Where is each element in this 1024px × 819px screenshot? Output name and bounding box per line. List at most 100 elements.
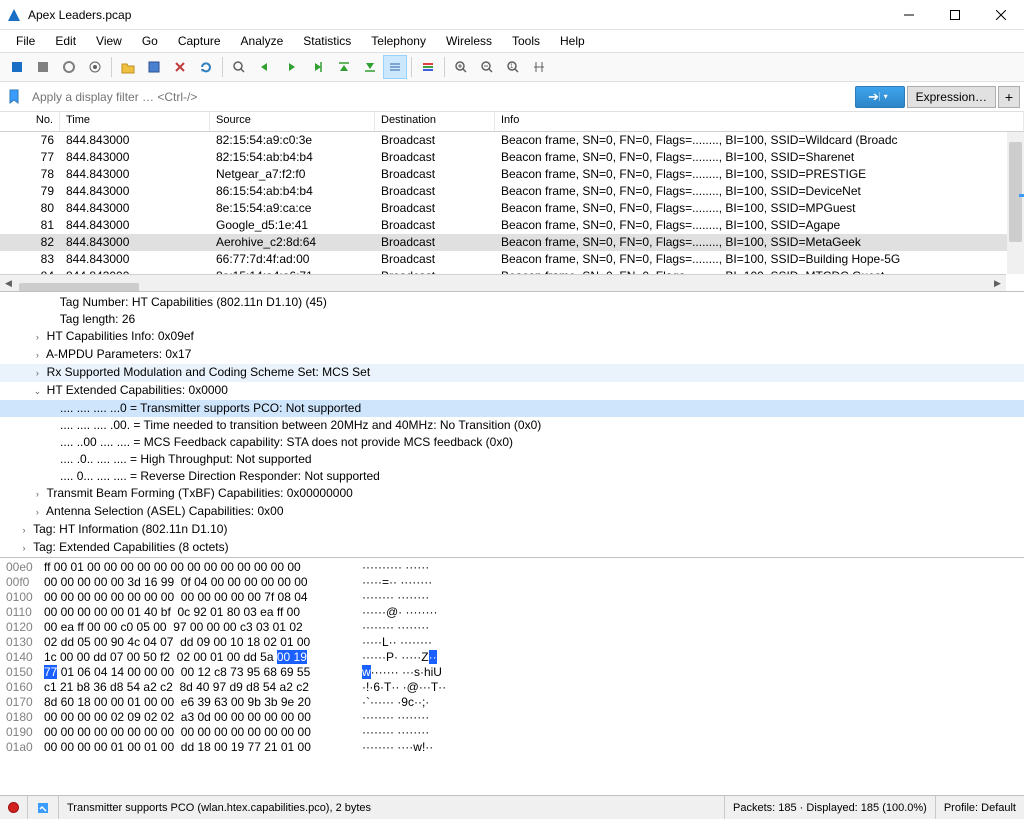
- packet-row[interactable]: 77844.84300082:15:54:ab:b4:b4BroadcastBe…: [0, 149, 1024, 166]
- arrow-right-icon: ➔: [868, 89, 879, 105]
- packet-row[interactable]: 76844.84300082:15:54:a9:c0:3eBroadcastBe…: [0, 132, 1024, 149]
- goto-last-icon[interactable]: [357, 55, 381, 79]
- packet-row[interactable]: 81844.843000Google_d5:1e:41BroadcastBeac…: [0, 217, 1024, 234]
- minimize-button[interactable]: [886, 0, 932, 30]
- tree-row[interactable]: Tag length: 26: [0, 311, 1024, 328]
- hex-row[interactable]: 01401c 00 00 dd 07 00 50 f2 02 00 01 00 …: [6, 650, 1018, 665]
- resize-columns-icon[interactable]: [527, 55, 551, 79]
- tree-row[interactable]: › Tag: HT Information (802.11n D1.10): [0, 521, 1024, 539]
- packet-row[interactable]: 83844.84300066:77:7d:4f:ad:00BroadcastBe…: [0, 251, 1024, 268]
- goto-first-icon[interactable]: [331, 55, 355, 79]
- bookmark-filter-icon[interactable]: [4, 87, 24, 107]
- col-no[interactable]: No.: [0, 112, 60, 131]
- stop-capture-icon[interactable]: [31, 55, 55, 79]
- restart-capture-icon[interactable]: [57, 55, 81, 79]
- toolbar: 1: [0, 52, 1024, 82]
- status-field-info: Transmitter supports PCO (wlan.htex.capa…: [59, 796, 725, 819]
- hex-row[interactable]: 0160c1 21 b8 36 d8 54 a2 c2 8d 40 97 d9 …: [6, 680, 1018, 695]
- goto-packet-icon[interactable]: [305, 55, 329, 79]
- tree-row[interactable]: › HT Capabilities Info: 0x09ef: [0, 328, 1024, 346]
- start-capture-icon[interactable]: [5, 55, 29, 79]
- apply-filter-button[interactable]: ➔ ▾: [855, 86, 905, 108]
- tree-row[interactable]: ⌄ HT Extended Capabilities: 0x0000: [0, 382, 1024, 400]
- menu-file[interactable]: File: [6, 32, 45, 50]
- menu-statistics[interactable]: Statistics: [293, 32, 361, 50]
- menu-telephony[interactable]: Telephony: [361, 32, 436, 50]
- hex-row[interactable]: 01708d 60 18 00 00 01 00 00 e6 39 63 00 …: [6, 695, 1018, 710]
- col-time[interactable]: Time: [60, 112, 210, 131]
- tree-row[interactable]: .... .0.. .... .... = High Throughput: N…: [0, 451, 1024, 468]
- hex-row[interactable]: 015077 01 06 04 14 00 00 00 00 12 c8 73 …: [6, 665, 1018, 680]
- hex-row[interactable]: 010000 00 00 00 00 00 00 00 00 00 00 00 …: [6, 590, 1018, 605]
- packet-list-body[interactable]: 76844.84300082:15:54:a9:c0:3eBroadcastBe…: [0, 132, 1024, 285]
- titlebar: Apex Leaders.pcap: [0, 0, 1024, 30]
- go-back-icon[interactable]: [253, 55, 277, 79]
- packet-row[interactable]: 78844.843000Netgear_a7:f2:f0BroadcastBea…: [0, 166, 1024, 183]
- horizontal-scrollbar[interactable]: ◀▶: [0, 274, 1006, 291]
- col-destination[interactable]: Destination: [375, 112, 495, 131]
- col-info[interactable]: Info: [495, 112, 1024, 131]
- tree-row[interactable]: .... .... .... ...0 = Transmitter suppor…: [0, 400, 1024, 417]
- menu-analyze[interactable]: Analyze: [231, 32, 294, 50]
- packet-row[interactable]: 82844.843000Aerohive_c2:8d:64BroadcastBe…: [0, 234, 1024, 251]
- tree-row[interactable]: › Tag: Extended Capabilities (8 octets): [0, 539, 1024, 557]
- menu-help[interactable]: Help: [550, 32, 595, 50]
- zoom-out-icon[interactable]: [475, 55, 499, 79]
- autoscroll-icon[interactable]: [383, 55, 407, 79]
- tree-row[interactable]: › A-MPDU Parameters: 0x17: [0, 346, 1024, 364]
- hex-row[interactable]: 00f000 00 00 00 00 3d 16 99 0f 04 00 00 …: [6, 575, 1018, 590]
- packet-list-pane: No. Time Source Destination Info 76844.8…: [0, 112, 1024, 292]
- packet-details-pane[interactable]: Tag Number: HT Capabilities (802.11n D1.…: [0, 292, 1024, 558]
- zoom-reset-icon[interactable]: 1: [501, 55, 525, 79]
- menu-tools[interactable]: Tools: [502, 32, 550, 50]
- hex-row[interactable]: 011000 00 00 00 00 01 40 bf 0c 92 01 80 …: [6, 605, 1018, 620]
- status-capture-indicator[interactable]: [0, 796, 28, 819]
- find-packet-icon[interactable]: [227, 55, 251, 79]
- hex-row[interactable]: 00e0ff 00 01 00 00 00 00 00 00 00 00 00 …: [6, 560, 1018, 575]
- zoom-in-icon[interactable]: [449, 55, 473, 79]
- packet-row[interactable]: 80844.8430008e:15:54:a9:ca:ceBroadcastBe…: [0, 200, 1024, 217]
- hex-row[interactable]: 01a000 00 00 00 01 00 01 00 dd 18 00 19 …: [6, 740, 1018, 754]
- tree-row[interactable]: › Antenna Selection (ASEL) Capabilities:…: [0, 503, 1024, 521]
- statusbar: Transmitter supports PCO (wlan.htex.capa…: [0, 795, 1024, 819]
- close-file-icon[interactable]: [168, 55, 192, 79]
- hex-row[interactable]: 013002 dd 05 00 90 4c 04 07 dd 09 00 10 …: [6, 635, 1018, 650]
- tree-row[interactable]: Tag Number: HT Capabilities (802.11n D1.…: [0, 294, 1024, 311]
- tree-row[interactable]: › Rx Supported Modulation and Coding Sch…: [0, 364, 1024, 382]
- wireshark-icon: [6, 7, 22, 23]
- expression-button[interactable]: Expression…: [907, 86, 996, 108]
- hex-row[interactable]: 018000 00 00 00 02 09 02 02 a3 0d 00 00 …: [6, 710, 1018, 725]
- filter-bar: ➔ ▾ Expression… +: [0, 82, 1024, 112]
- chevron-down-icon[interactable]: ▾: [879, 92, 891, 101]
- col-source[interactable]: Source: [210, 112, 375, 131]
- hex-row[interactable]: 019000 00 00 00 00 00 00 00 00 00 00 00 …: [6, 725, 1018, 740]
- status-packets: Packets: 185 · Displayed: 185 (100.0%): [725, 796, 936, 819]
- colorize-icon[interactable]: [416, 55, 440, 79]
- tree-row[interactable]: .... 0... .... .... = Reverse Direction …: [0, 468, 1024, 485]
- vertical-scrollbar[interactable]: [1007, 132, 1024, 274]
- packet-list-header[interactable]: No. Time Source Destination Info: [0, 112, 1024, 132]
- hex-row[interactable]: 012000 ea ff 00 00 c0 05 00 97 00 00 00 …: [6, 620, 1018, 635]
- status-profile[interactable]: Profile: Default: [936, 796, 1024, 819]
- menu-wireless[interactable]: Wireless: [436, 32, 502, 50]
- record-icon: [8, 802, 19, 813]
- add-filter-button[interactable]: +: [998, 86, 1020, 108]
- menu-edit[interactable]: Edit: [45, 32, 86, 50]
- maximize-button[interactable]: [932, 0, 978, 30]
- close-button[interactable]: [978, 0, 1024, 30]
- tree-row[interactable]: › Transmit Beam Forming (TxBF) Capabilit…: [0, 485, 1024, 503]
- save-file-icon[interactable]: [142, 55, 166, 79]
- packet-bytes-pane[interactable]: 00e0ff 00 01 00 00 00 00 00 00 00 00 00 …: [0, 558, 1024, 754]
- go-forward-icon[interactable]: [279, 55, 303, 79]
- menu-view[interactable]: View: [86, 32, 132, 50]
- tree-row[interactable]: .... .... .... .00. = Time needed to tra…: [0, 417, 1024, 434]
- menu-capture[interactable]: Capture: [168, 32, 231, 50]
- reload-file-icon[interactable]: [194, 55, 218, 79]
- capture-options-icon[interactable]: [83, 55, 107, 79]
- packet-row[interactable]: 79844.84300086:15:54:ab:b4:b4BroadcastBe…: [0, 183, 1024, 200]
- open-file-icon[interactable]: [116, 55, 140, 79]
- status-expert-button[interactable]: [28, 796, 59, 819]
- display-filter-input[interactable]: [26, 86, 853, 108]
- menu-go[interactable]: Go: [132, 32, 168, 50]
- tree-row[interactable]: .... ..00 .... .... = MCS Feedback capab…: [0, 434, 1024, 451]
